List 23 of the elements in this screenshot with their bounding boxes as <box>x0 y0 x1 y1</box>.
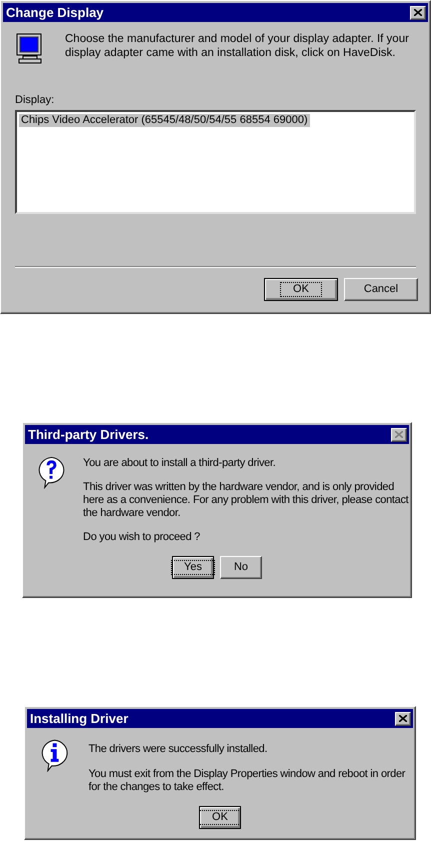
window-title: Installing Driver <box>30 712 128 725</box>
window-title: Third-party Drivers. <box>28 428 149 441</box>
display-list[interactable]: Chips Video Accelerator (65545/48/50/54/55 68554 69000) <box>15 110 416 214</box>
dialog-button[interactable]: OK <box>199 806 241 829</box>
close-icon <box>395 431 403 438</box>
message-text: Choose the manufacturer and model of your display adapter. If your display adapter came with an installation disk, click on HaveDisk. <box>65 32 410 60</box>
message-text: You are about to install a third-party driver. <box>83 457 277 470</box>
message-text: You must exit from the Display Properties window and reboot in order for the changes to take effect. <box>88 768 406 794</box>
window-title: Change Display <box>6 6 104 19</box>
dialog-button[interactable]: OK <box>264 278 338 301</box>
message-text: The drivers were successfully installed. <box>88 743 268 756</box>
close-icon <box>414 9 422 16</box>
dialog-button[interactable]: No <box>220 556 262 579</box>
list-item[interactable]: Chips Video Accelerator (65545/48/50/54/55 68554 69000) <box>19 114 310 127</box>
message-text: This driver was written by the hardware vendor, and is only provided here as a convenience. For any problem with this driver, please contact the hardware vendor. <box>83 481 409 520</box>
close-icon <box>399 715 407 722</box>
close-button[interactable] <box>410 6 426 20</box>
close-button[interactable] <box>395 712 411 726</box>
dialog-button[interactable]: Cancel <box>344 278 418 301</box>
message-text: Do you wish to proceed ? <box>83 531 201 544</box>
dialog-button[interactable]: Yes <box>172 556 214 579</box>
info-bubble-icon <box>39 738 70 772</box>
list-label: Display: <box>15 94 54 107</box>
